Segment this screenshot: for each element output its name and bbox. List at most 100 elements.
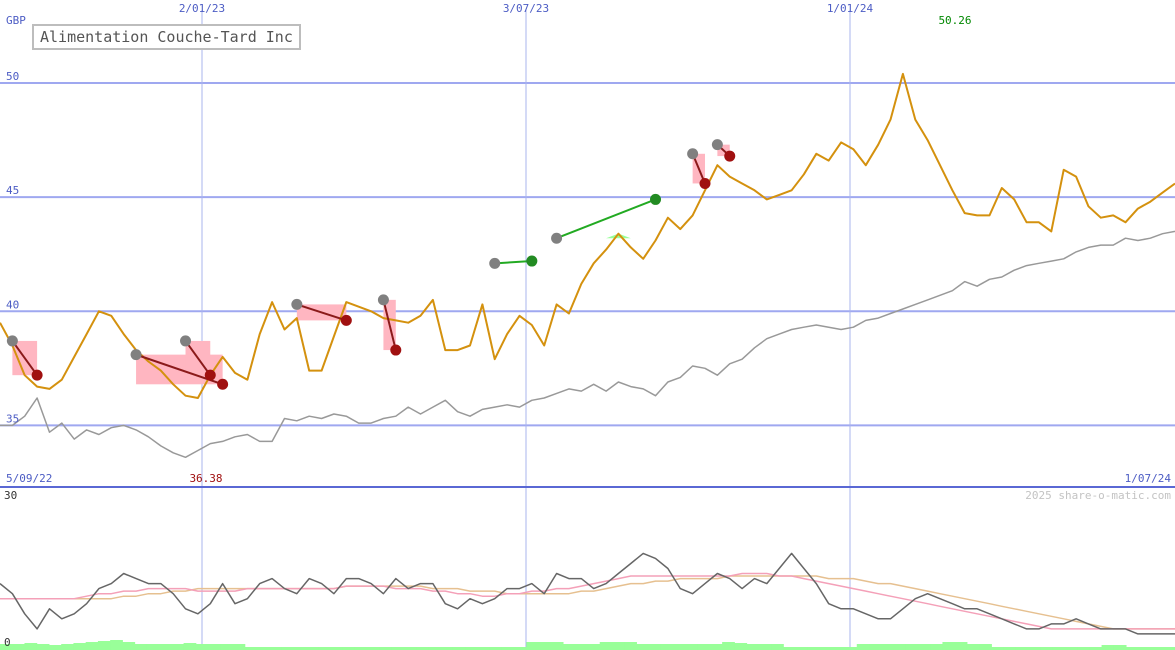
volume-bar <box>73 643 87 650</box>
volume-bar <box>636 644 650 650</box>
entry-marker <box>711 139 723 151</box>
y-tick-label: 35 <box>6 412 19 425</box>
volume-bar <box>538 642 552 650</box>
x-tick-label: 1/01/24 <box>827 2 874 15</box>
x-tick-label: 3/07/23 <box>503 2 549 15</box>
entry-marker <box>291 298 303 310</box>
end-date-label: 1/07/24 <box>1125 472 1172 485</box>
volume-bar <box>722 642 735 650</box>
exit-marker <box>724 150 736 162</box>
volume-bar <box>232 644 246 650</box>
entry-marker <box>130 349 142 361</box>
volume-bar <box>24 643 38 650</box>
exit-marker <box>340 314 352 326</box>
volume-bar <box>869 644 882 650</box>
oscillator-average-short <box>0 572 1175 630</box>
entry-marker <box>6 335 18 347</box>
oscillator-min-label: 0 <box>4 636 11 649</box>
volume-bar <box>122 642 136 650</box>
volume-bar <box>85 642 99 650</box>
volume-bar <box>917 644 931 650</box>
exit-marker <box>526 255 538 267</box>
volume-bar <box>97 641 111 650</box>
volume-bar <box>1101 645 1115 650</box>
exit-marker <box>31 369 43 381</box>
low-value-label: 36.38 <box>189 472 222 485</box>
price-line <box>0 72 1175 399</box>
high-value-label: 50.26 <box>938 14 971 27</box>
y-tick-label: 45 <box>6 184 19 197</box>
volume-bar <box>660 644 674 650</box>
x-tick-label: 2/01/23 <box>179 2 225 15</box>
volume-bar <box>48 645 62 650</box>
volume-bar <box>758 644 772 650</box>
oscillator-max-label: 30 <box>4 489 17 502</box>
volume-bar <box>942 642 956 650</box>
grid-lines <box>0 10 1175 650</box>
volume-bar <box>36 644 50 650</box>
volume-bar <box>195 644 209 650</box>
volume-bar <box>771 644 784 650</box>
axis-labels: GBP 50.26 36.38 5/09/22 1/07/24 30 0 35 4… <box>4 2 1171 649</box>
chart-title: Alimentation Couche-Tard Inc <box>32 24 301 50</box>
entry-marker <box>180 335 192 347</box>
currency-label: GBP <box>6 14 26 27</box>
start-date-label: 5/09/22 <box>6 472 52 485</box>
volume-bar <box>208 644 221 650</box>
volume-bar <box>893 644 907 650</box>
credit-text: 2025 share-o-matic.com <box>1025 489 1171 502</box>
y-tick-label: 50 <box>6 70 19 83</box>
volume-bar <box>61 644 74 650</box>
exit-marker <box>217 378 229 390</box>
volume-bar <box>134 644 148 650</box>
volume-bar <box>746 644 760 650</box>
volume-bar <box>905 644 919 650</box>
volume-bar <box>979 644 992 650</box>
volume-bar <box>526 642 540 650</box>
volume-bar <box>159 644 172 650</box>
volume-bar <box>611 642 625 650</box>
volume-bar <box>563 644 576 650</box>
volume-bar <box>648 644 662 650</box>
volume-bar <box>146 644 160 650</box>
volume-bar <box>575 644 588 650</box>
volume-bar <box>966 644 980 650</box>
volume-bar <box>673 644 686 650</box>
oscillator-line <box>0 552 1175 635</box>
volume-bar <box>709 644 723 650</box>
exit-marker <box>390 344 402 356</box>
volume-bar <box>734 643 748 650</box>
index-line <box>0 230 1175 459</box>
signal-markers <box>6 139 736 390</box>
entry-marker <box>377 294 389 306</box>
volume-bar <box>685 644 699 650</box>
volume-bar <box>12 644 25 650</box>
entry-marker <box>551 232 563 244</box>
volume-bar <box>550 642 564 650</box>
volume-bar <box>856 644 870 650</box>
gain-area <box>556 233 656 239</box>
price-chart: GBP 50.26 36.38 5/09/22 1/07/24 30 0 35 4… <box>0 2 1175 650</box>
trade-line <box>556 198 656 240</box>
volume-bar <box>1113 645 1127 650</box>
volume-bar <box>220 644 234 650</box>
volume-bar <box>930 644 943 650</box>
volume-bar <box>171 644 185 650</box>
oscillator-panel <box>0 552 1175 650</box>
series-lines <box>0 72 1175 459</box>
exit-marker <box>204 369 216 381</box>
y-tick-label: 40 <box>6 298 19 311</box>
volume-bar <box>183 643 197 650</box>
exit-marker <box>699 177 711 189</box>
trade-signals <box>12 144 730 385</box>
volume-bar <box>954 642 968 650</box>
volume-bar <box>110 640 123 650</box>
entry-marker <box>489 257 501 269</box>
volume-bar <box>587 644 601 650</box>
volume-bar <box>624 642 637 650</box>
entry-marker <box>687 148 699 160</box>
exit-marker <box>650 193 662 205</box>
volume-bar <box>881 644 894 650</box>
volume-bar <box>599 642 613 650</box>
volume-bar <box>697 644 711 650</box>
